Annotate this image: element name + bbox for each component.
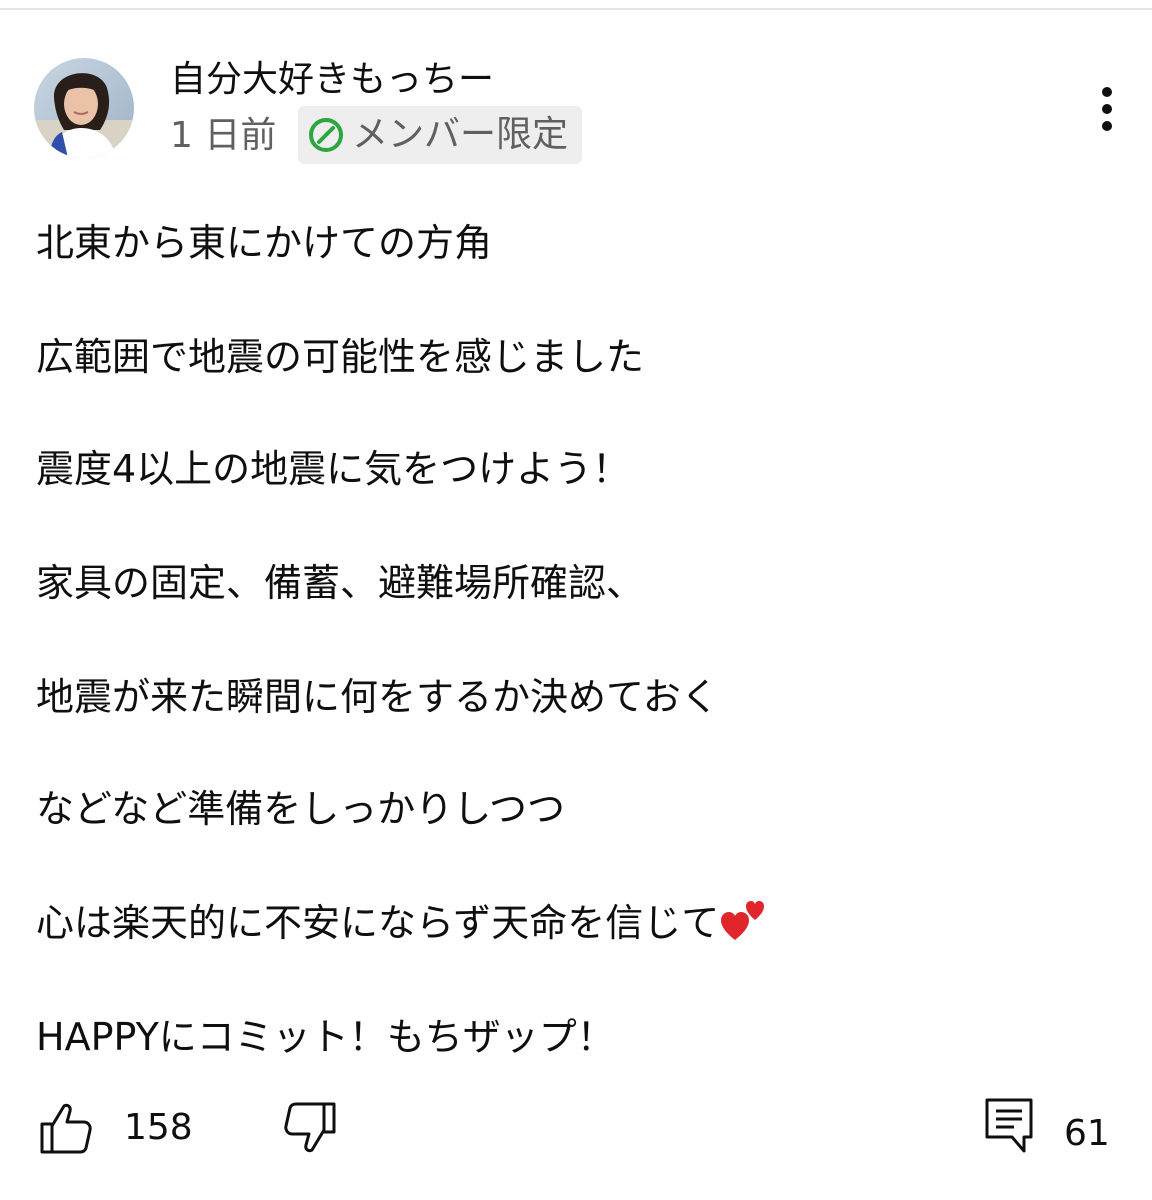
- like-button[interactable]: [38, 1100, 94, 1156]
- more-vert-icon: [1102, 87, 1112, 131]
- post-text-line-4: 家具の固定、備蓄、避難場所確認、: [36, 561, 645, 605]
- post-text-line-1: 北東から東にかけての方角: [36, 221, 493, 265]
- post-text-line-2: 広範囲で地震の可能性を感じました: [36, 335, 645, 379]
- like-action: 158: [38, 1100, 193, 1156]
- post-text-line-3: 震度4以上の地震に気をつけよう！: [36, 447, 631, 491]
- comment-action: 61: [984, 1096, 1110, 1156]
- comment-icon: [985, 1098, 1033, 1153]
- top-divider: [0, 0, 1152, 10]
- author-name[interactable]: 自分大好きもっちー: [170, 58, 494, 102]
- post-text-line-6: などなど準備をしっかりしつつ: [36, 787, 565, 831]
- thumbs-down-icon: [284, 1102, 336, 1153]
- comment-count: 61: [1064, 1113, 1110, 1154]
- members-only-badge: メンバー限定: [298, 106, 583, 164]
- dislike-button[interactable]: [282, 1100, 338, 1156]
- members-only-label: メンバー限定: [352, 114, 569, 155]
- like-count: 158: [124, 1107, 193, 1148]
- post-text-line-7-wrap: 心は楽天的に不安にならず天命を信じて: [36, 898, 767, 954]
- post-time: 1 日前: [170, 115, 277, 156]
- author-avatar[interactable]: [34, 58, 134, 158]
- avatar-image: [34, 58, 134, 158]
- comment-button[interactable]: [984, 1097, 1034, 1155]
- members-only-icon: [309, 118, 343, 152]
- post-text-line-7: 心は楽天的に不安にならず天命を信じて: [36, 901, 720, 945]
- post-text-line-8: HAPPYにコミット！もちザップ！: [36, 1015, 615, 1059]
- thumbs-up-icon: [40, 1103, 92, 1154]
- two-hearts-icon: [721, 898, 767, 954]
- post-text-line-5: 地震が来た瞬間に何をするか決めておく: [36, 675, 719, 719]
- more-options-button[interactable]: [1086, 84, 1128, 134]
